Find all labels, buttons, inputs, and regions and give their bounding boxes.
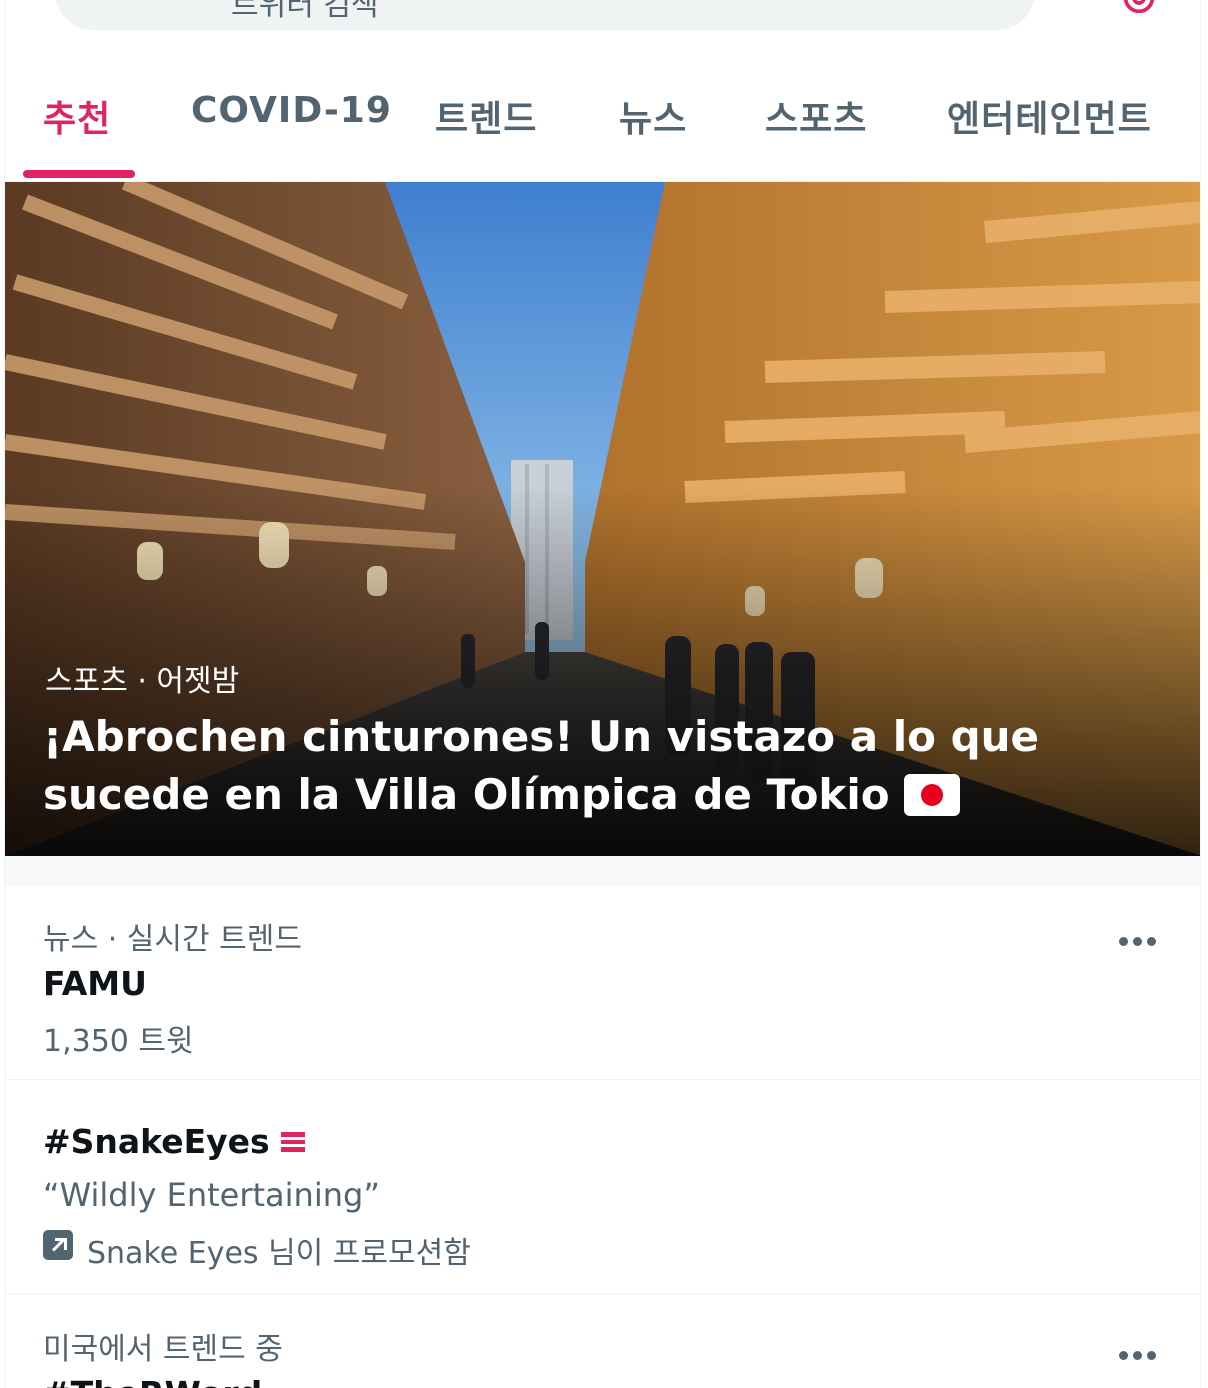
snake-eyes-emoji — [280, 1131, 305, 1152]
trend-item[interactable]: 미국에서 트렌드 중 #TheRWord — [5, 1294, 1200, 1388]
trend-context: 뉴스 · 실시간 트렌드 — [43, 922, 302, 957]
promoted-arrow-icon — [43, 1230, 73, 1260]
trend-title-text: #SnakeEyes — [43, 1122, 270, 1161]
tab-covid-19[interactable]: COVID-19 — [175, 60, 391, 182]
trend-tweet-count: 1,350 트윗 — [43, 1024, 194, 1059]
search-input[interactable]: 트위터 검색 — [55, 0, 1035, 30]
trend-title: FAMU — [43, 964, 147, 1003]
tab-entertainment[interactable]: 엔터테인먼트 — [933, 60, 1183, 182]
tab-label: 추천 — [43, 99, 112, 140]
tab-trending[interactable]: 트렌드 — [415, 60, 565, 182]
more-horizontal-icon[interactable] — [1113, 926, 1163, 956]
explore-tabs: 추천 COVID-19 트렌드 뉴스 스포츠 엔터테인먼트 — [5, 60, 1200, 182]
tab-label: 뉴스 — [619, 99, 688, 140]
search-placeholder: 트위터 검색 — [231, 0, 379, 23]
story-headline: ¡Abrochen cinturones! Un vistazo a lo qu… — [43, 708, 1103, 824]
trend-item[interactable]: 뉴스 · 실시간 트렌드 FAMU 1,350 트윗 — [5, 886, 1200, 1080]
story-meta: 스포츠 · 어젯밤 — [45, 664, 240, 699]
more-horizontal-icon[interactable] — [1113, 1340, 1163, 1370]
promoted-by-label: Snake Eyes 님이 프로모션함 — [87, 1236, 471, 1271]
tab-news[interactable]: 뉴스 — [595, 60, 715, 182]
section-divider — [5, 856, 1200, 886]
tab-sports[interactable]: 스포츠 — [745, 60, 905, 182]
featured-story[interactable]: 스포츠 · 어젯밤 ¡Abrochen cinturones! Un vista… — [5, 182, 1200, 856]
trend-description: “Wildly Entertaining” — [43, 1176, 380, 1214]
active-tab-indicator — [23, 170, 135, 178]
tab-label: 엔터테인먼트 — [947, 99, 1152, 140]
tab-label: COVID-19 — [191, 90, 392, 131]
tab-recommended[interactable]: 추천 — [23, 60, 135, 182]
trend-title: #SnakeEyes — [43, 1122, 306, 1161]
promoted-trend-item[interactable]: #SnakeEyes “Wildly Entertaining” Snake E… — [5, 1080, 1200, 1294]
japan-flag-emoji — [903, 773, 960, 816]
trend-context: 미국에서 트렌드 중 — [43, 1332, 283, 1367]
trend-title: #TheRWord — [43, 1374, 262, 1388]
settings-gear-icon[interactable] — [1119, 0, 1159, 18]
tab-label: 스포츠 — [765, 99, 868, 140]
tab-label: 트렌드 — [435, 99, 538, 140]
story-headline-text: ¡Abrochen cinturones! Un vistazo a lo qu… — [43, 712, 1040, 819]
explore-panel: 트위터 검색 추천 COVID-19 트렌드 뉴스 스포츠 엔터테인먼트 스포츠… — [4, 0, 1201, 1388]
